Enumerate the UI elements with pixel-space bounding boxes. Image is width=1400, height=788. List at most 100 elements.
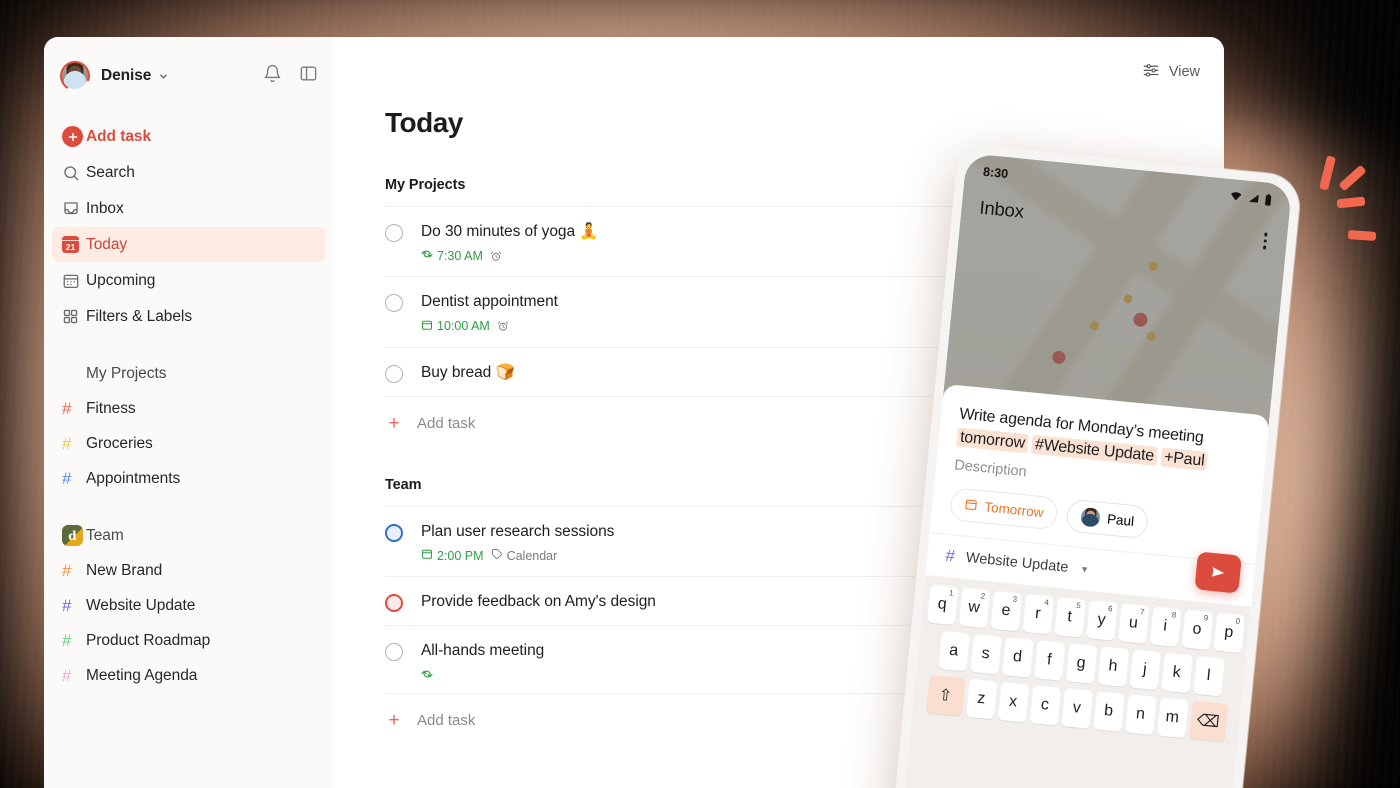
team-badge-icon: d xyxy=(62,525,86,546)
sidebar-item-product-roadmap[interactable]: # Product Roadmap xyxy=(52,623,325,658)
key-label: r xyxy=(1034,605,1041,623)
task-checkbox[interactable] xyxy=(385,365,403,383)
calendar-icon xyxy=(421,548,433,563)
sidebar-item-label: Groceries xyxy=(86,435,153,453)
key-y[interactable]: 6y xyxy=(1086,600,1118,641)
key-q[interactable]: 1q xyxy=(926,585,958,626)
sliders-icon xyxy=(1142,61,1160,83)
key-number-hint: 2 xyxy=(980,592,985,601)
task-checkbox[interactable] xyxy=(385,643,403,661)
task-due-text: 7:30 AM xyxy=(437,249,483,263)
assignee-avatar xyxy=(1080,507,1101,528)
sidebar-item-team[interactable]: d Team xyxy=(52,518,325,553)
alarm-icon xyxy=(490,250,502,262)
sidebar-item-label: New Brand xyxy=(86,562,162,580)
task-checkbox[interactable] xyxy=(385,294,403,312)
key-a[interactable]: a xyxy=(938,631,970,672)
main-toolbar: View xyxy=(333,37,1224,107)
sidebar-item-groceries[interactable]: # Groceries xyxy=(52,426,325,461)
sidebar-item-inbox[interactable]: Inbox xyxy=(52,191,325,226)
sidebar-item-appointments[interactable]: # Appointments xyxy=(52,461,325,496)
avatar[interactable] xyxy=(60,61,90,91)
team-badge-letter: d xyxy=(62,525,83,546)
key-z[interactable]: z xyxy=(965,679,997,720)
key-b[interactable]: b xyxy=(1093,692,1125,733)
key-i[interactable]: 8i xyxy=(1149,607,1181,648)
calendar-upcoming-icon xyxy=(62,272,86,290)
task-checkbox[interactable] xyxy=(385,594,403,612)
hash-icon: # xyxy=(62,667,86,684)
key-x[interactable]: x xyxy=(997,682,1029,723)
chevron-down-icon[interactable] xyxy=(158,71,169,82)
sidebar-item-label: Search xyxy=(86,164,135,182)
key-shift[interactable]: ⇧ xyxy=(926,675,966,716)
task-checkbox[interactable] xyxy=(385,224,403,242)
key-m[interactable]: m xyxy=(1156,698,1188,739)
chevron-down-icon[interactable]: ▼ xyxy=(1080,564,1090,575)
sidebar-group-team: d Team # New Brand # Website Update # xyxy=(52,518,325,693)
inbox-icon xyxy=(62,200,86,218)
key-o[interactable]: 9o xyxy=(1181,610,1213,651)
key-u[interactable]: 7u xyxy=(1117,604,1149,645)
composer-token-date: tomorrow xyxy=(956,428,1029,454)
send-button[interactable] xyxy=(1194,552,1241,594)
key-s[interactable]: s xyxy=(970,634,1002,675)
sidebar-item-meeting-agenda[interactable]: # Meeting Agenda xyxy=(52,658,325,693)
key-r[interactable]: 4r xyxy=(1022,594,1054,635)
user-name: Denise xyxy=(101,67,151,85)
key-h[interactable]: h xyxy=(1097,647,1129,688)
sidebar-item-website-update[interactable]: # Website Update xyxy=(52,588,325,623)
recurring-icon xyxy=(421,248,433,263)
key-f[interactable]: f xyxy=(1033,641,1065,682)
bell-icon[interactable] xyxy=(263,64,282,88)
key-number-hint: 4 xyxy=(1044,598,1049,607)
key-p[interactable]: 0p xyxy=(1213,613,1245,654)
sidebar-item-search[interactable]: Search xyxy=(52,155,325,190)
sidebar-item-today[interactable]: 21 Today xyxy=(52,227,325,262)
sidebar-item-filters-labels[interactable]: Filters & Labels xyxy=(52,299,325,334)
panel-toggle-icon[interactable] xyxy=(299,64,318,88)
sidebar-item-label: Product Roadmap xyxy=(86,632,210,650)
key-k[interactable]: k xyxy=(1161,653,1193,694)
key-v[interactable]: v xyxy=(1061,688,1093,729)
sidebar-header-icons xyxy=(263,64,318,88)
search-icon xyxy=(62,164,86,182)
calendar-today-icon: 21 xyxy=(62,236,86,253)
key-label: t xyxy=(1066,608,1072,626)
chip-due-date[interactable]: Tomorrow xyxy=(949,488,1059,531)
key-number-hint: 0 xyxy=(1235,617,1240,626)
add-task-button[interactable]: Add task xyxy=(52,119,325,154)
key-c[interactable]: c xyxy=(1029,685,1061,726)
sidebar-item-my-projects[interactable]: My Projects xyxy=(52,356,325,391)
plus-icon: + xyxy=(385,711,403,730)
chip-assignee[interactable]: Paul xyxy=(1066,499,1150,540)
key-n[interactable]: n xyxy=(1125,695,1157,736)
key-backspace[interactable]: ⌫ xyxy=(1188,701,1228,742)
key-number-hint: 1 xyxy=(948,589,953,598)
sidebar-group-label: Team xyxy=(86,527,124,545)
sidebar: Denise xyxy=(44,37,333,788)
chip-due-date-label: Tomorrow xyxy=(984,500,1044,521)
hash-icon: # xyxy=(62,562,86,579)
sidebar-item-label: Inbox xyxy=(86,200,124,218)
key-w[interactable]: 2w xyxy=(958,588,990,629)
task-due-text: 10:00 AM xyxy=(437,319,490,333)
project-selector-label[interactable]: Website Update xyxy=(965,550,1069,576)
task-checkbox[interactable] xyxy=(385,524,403,542)
key-e[interactable]: 3e xyxy=(990,591,1022,632)
view-button[interactable]: View xyxy=(1142,61,1200,83)
add-task-label: Add task xyxy=(86,128,151,146)
key-g[interactable]: g xyxy=(1065,644,1097,685)
key-j[interactable]: j xyxy=(1129,650,1161,691)
sidebar-header: Denise xyxy=(44,37,333,115)
key-t[interactable]: 5t xyxy=(1054,597,1086,638)
hash-icon: # xyxy=(62,597,86,614)
sidebar-item-fitness[interactable]: # Fitness xyxy=(52,391,325,426)
sidebar-item-new-brand[interactable]: # New Brand xyxy=(52,553,325,588)
key-d[interactable]: d xyxy=(1002,637,1034,678)
key-number-hint: 9 xyxy=(1203,614,1208,623)
sidebar-item-label: Meeting Agenda xyxy=(86,667,197,685)
key-l[interactable]: l xyxy=(1193,656,1225,697)
sidebar-item-upcoming[interactable]: Upcoming xyxy=(52,263,325,298)
key-number-hint: 7 xyxy=(1140,607,1145,616)
